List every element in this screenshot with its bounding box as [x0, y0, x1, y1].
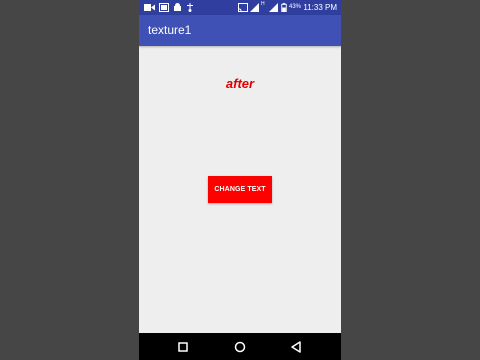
android-debug-icon: [174, 3, 181, 11]
signal-icon-2: [269, 3, 278, 12]
home-icon[interactable]: [231, 338, 249, 356]
network-type-label: H: [261, 1, 265, 7]
status-bar: H 43% 11:33 PM: [139, 0, 341, 15]
change-text-button[interactable]: CHANGE TEXT: [208, 176, 272, 203]
battery-percent: 43%: [289, 4, 302, 10]
cast-icon: [238, 3, 248, 12]
gallery-icon: [159, 3, 169, 12]
status-time: 11:33 PM: [303, 3, 337, 12]
navigation-bar: [139, 333, 341, 360]
signal-icon: [250, 3, 259, 12]
battery-icon: [281, 3, 287, 12]
video-camera-icon: [144, 4, 155, 11]
result-text: after: [225, 76, 255, 91]
phone-screen: H 43% 11:33 PM texture1 after CHANGE TEX…: [139, 0, 341, 360]
app-bar: texture1: [139, 15, 341, 46]
recent-apps-icon[interactable]: [174, 338, 192, 356]
app-title: texture1: [148, 23, 192, 37]
main-content: after CHANGE TEXT: [139, 46, 341, 333]
back-icon[interactable]: [287, 338, 305, 356]
usb-icon: [187, 3, 193, 12]
